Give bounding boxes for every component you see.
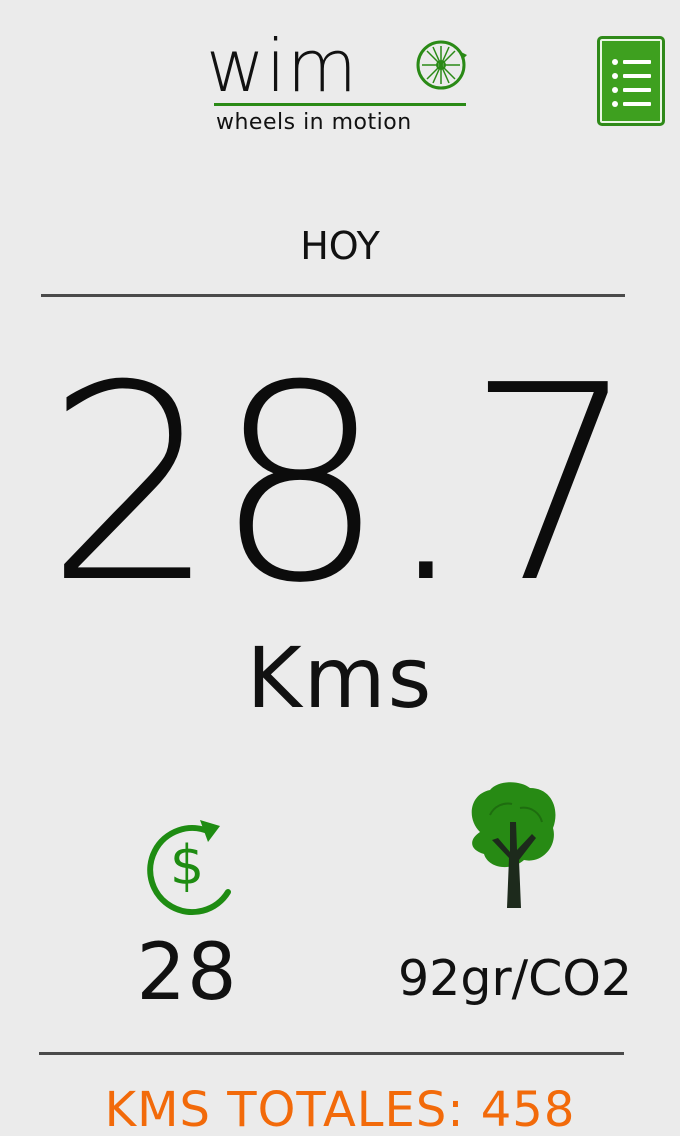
bottom-divider bbox=[39, 1052, 624, 1055]
top-divider bbox=[41, 294, 625, 297]
logo-underline bbox=[214, 103, 466, 106]
currency-refresh-icon: $ bbox=[147, 820, 231, 916]
wheels-in-motion-logo: wim wheels in motion bbox=[204, 30, 474, 138]
total-distance: KMS TOTALES: 458 bbox=[104, 1082, 576, 1136]
wheel-icon bbox=[416, 40, 467, 90]
logo-word: wim bbox=[206, 24, 359, 108]
distance-value: 28.7 bbox=[45, 327, 637, 642]
distance-unit: Kms bbox=[246, 629, 434, 727]
co2-value: 92gr/CO2 bbox=[398, 950, 633, 1007]
savings-value: 28 bbox=[136, 928, 238, 1018]
svg-text:$: $ bbox=[170, 834, 204, 897]
tree-icon bbox=[471, 782, 556, 908]
logo-tagline: wheels in motion bbox=[216, 110, 412, 135]
period-title: HOY bbox=[300, 224, 380, 268]
menu-button[interactable] bbox=[597, 36, 665, 126]
app-screen: wim wheels in motion HOY 28.7 Kms $ 28 9… bbox=[0, 0, 680, 1136]
list-menu-icon bbox=[608, 51, 656, 113]
